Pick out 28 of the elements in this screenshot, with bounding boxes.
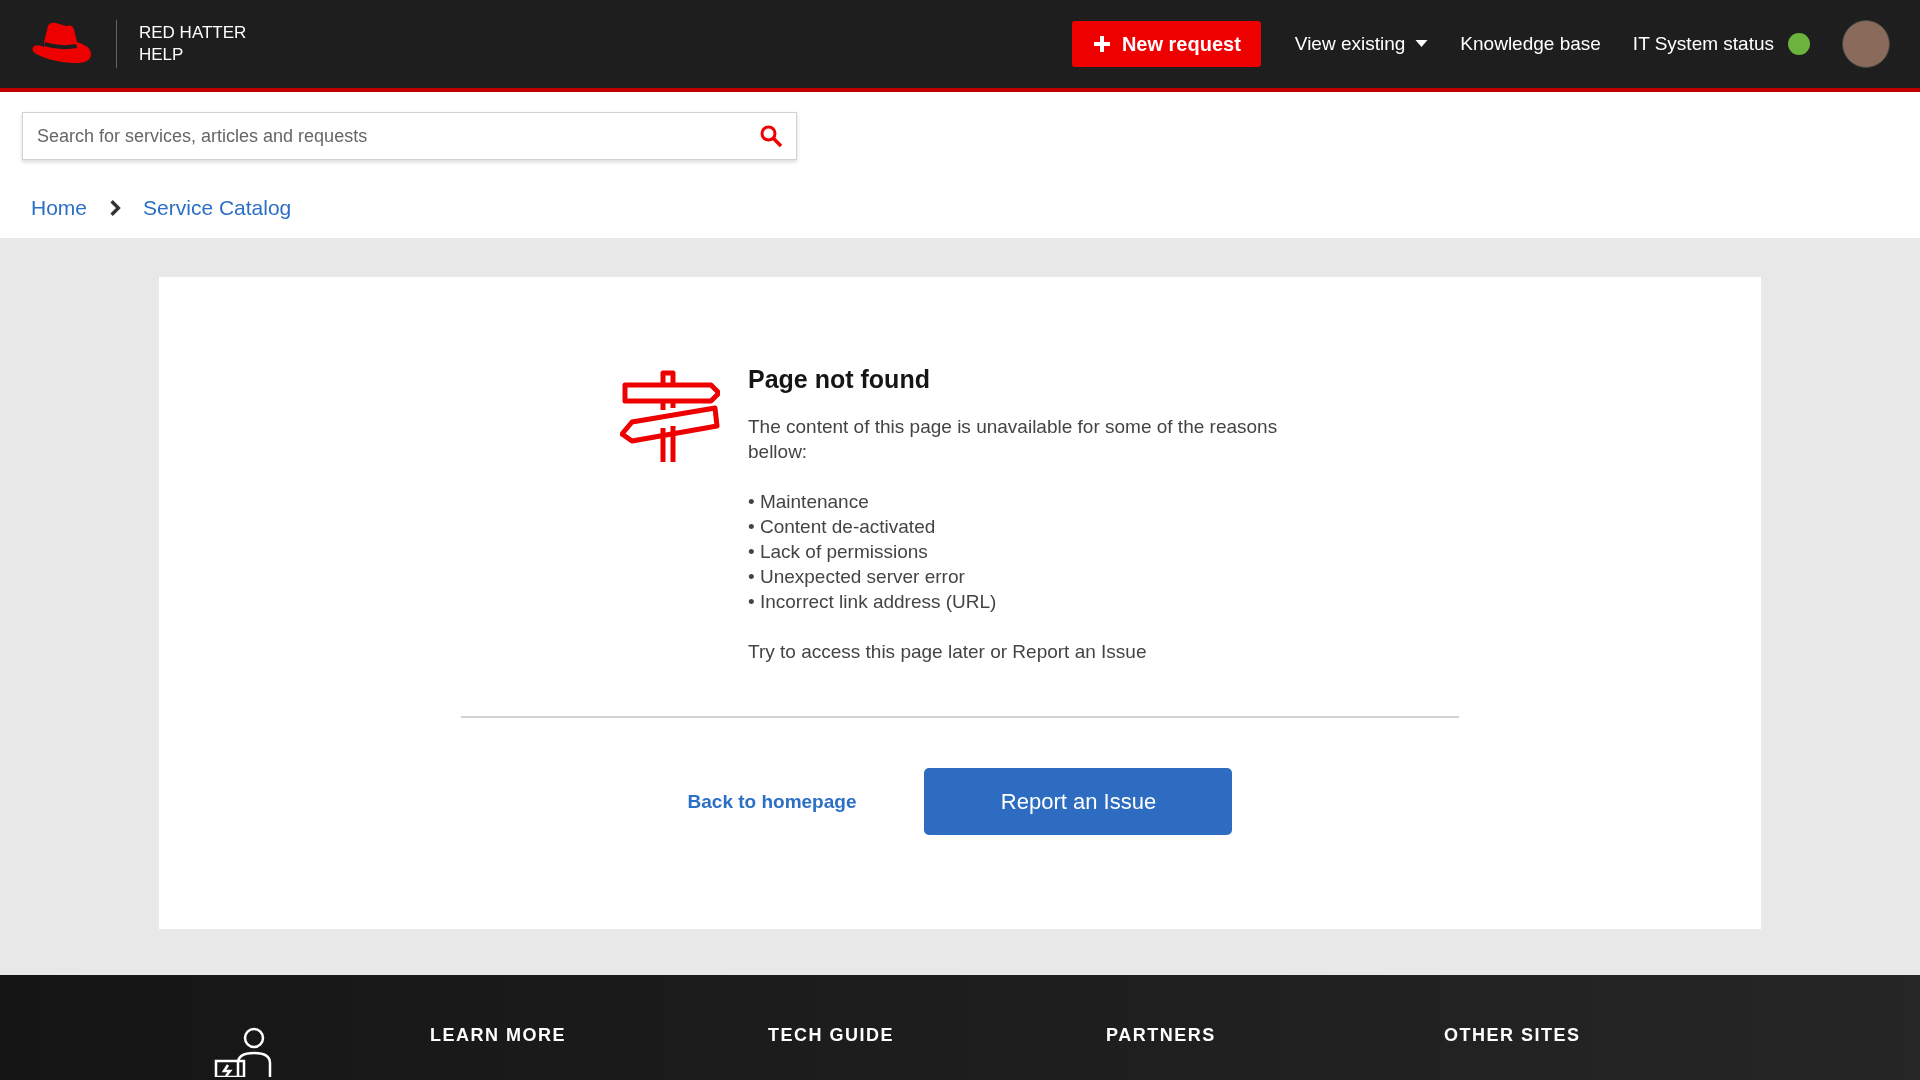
view-existing-dropdown[interactable]: View existing [1294,33,1429,55]
knowledge-base-link[interactable]: Knowledge base [1460,33,1601,55]
footer-heading: LEARN MORE [430,1025,567,1046]
brand-name: RED HATTER [139,22,247,44]
error-description: The content of this page is unavailable for some of the reasons bellow: [748,415,1279,464]
reason-item: • Maintenance [748,490,870,514]
avatar[interactable] [1842,20,1890,68]
system-status-link[interactable]: IT System status [1632,33,1774,55]
error-title: Page not found [748,367,931,392]
search-field[interactable]: Search for services, articles and requests [22,112,797,160]
reason-item: • Content de-activated [748,515,937,539]
footer-heading: OTHER SITES [1444,1025,1582,1046]
footer-heading: TECH GUIDE [768,1025,895,1046]
footer-heading: PARTNERS [1106,1025,1217,1046]
new-request-button[interactable]: New request [1071,21,1261,67]
plus-icon [1091,34,1112,54]
brand-subtitle: HELP [139,44,185,66]
search-icon[interactable] [759,124,783,148]
chevron-right-icon [109,199,122,217]
reason-item: • Incorrect link address (URL) [748,590,998,614]
caret-icon [1415,40,1429,48]
reason-item: • Lack of permissions [748,540,929,564]
error-hint: Try to access this page later or Report an Issue [748,640,1148,664]
reason-item: • Unexpected server error [748,565,966,589]
breadcrumb-link[interactable]: Service Catalog [143,196,292,220]
breadcrumb-link[interactable]: Home [31,196,88,220]
report-issue-button[interactable]: Report an Issue [924,768,1233,835]
back-to-homepage-link[interactable]: Back to homepage [687,790,857,813]
